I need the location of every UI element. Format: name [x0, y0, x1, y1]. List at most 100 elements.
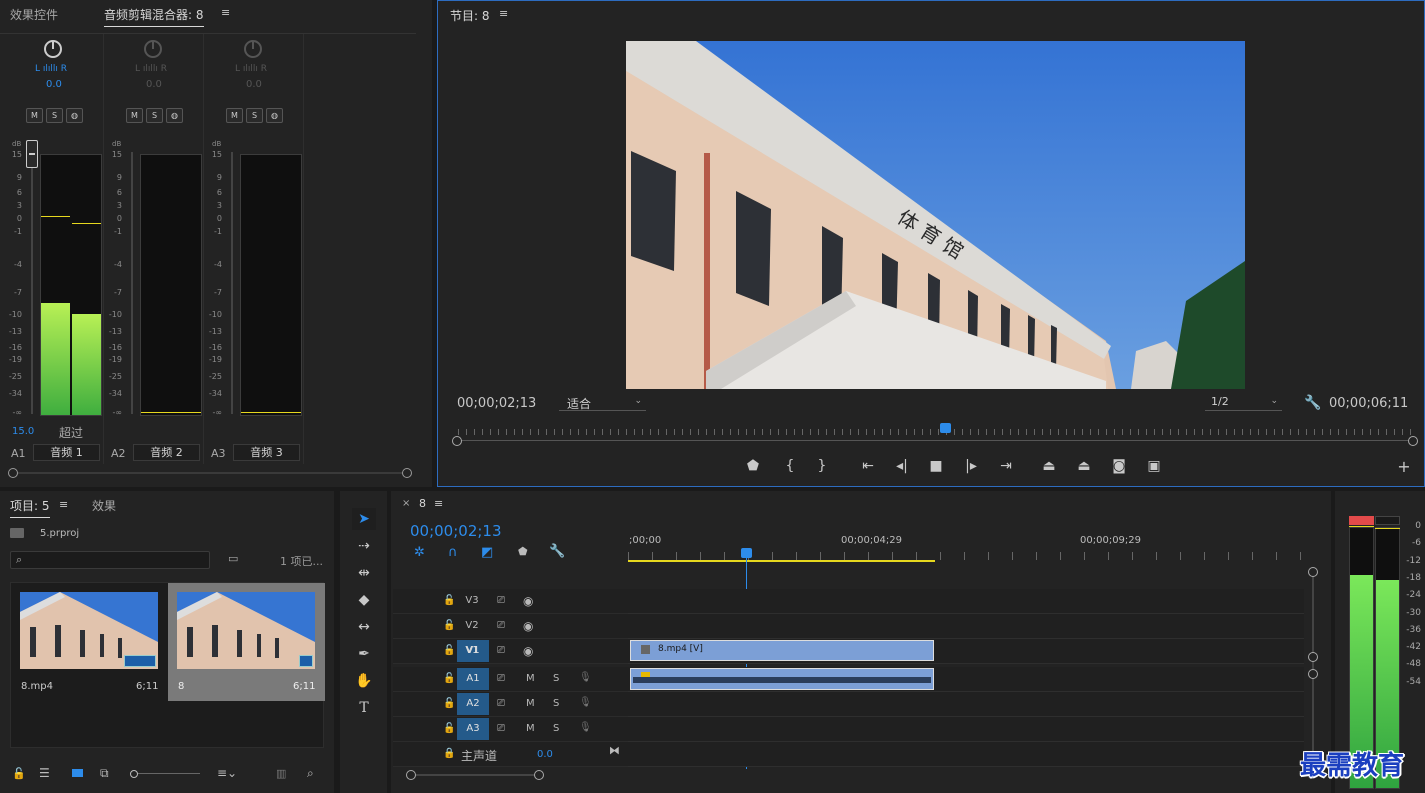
lock-icon[interactable]: 🔓 — [443, 595, 455, 606]
pan-knob-icon[interactable] — [244, 40, 262, 58]
track-id[interactable]: A2 — [457, 693, 489, 715]
work-area-bar[interactable] — [628, 560, 935, 562]
channel-name[interactable]: 音频 3 — [233, 444, 300, 461]
timeline-tab[interactable]: 8 — [419, 497, 426, 510]
lock-icon[interactable]: 🔓 — [443, 673, 455, 684]
sync-lock-icon[interactable]: ⎚ — [497, 620, 505, 631]
track-lane-video[interactable] — [628, 614, 1304, 639]
hand-tool-icon[interactable]: ✋ — [352, 670, 376, 692]
program-timecode[interactable]: 00;00;02;13 — [457, 396, 536, 411]
pan-value[interactable]: 0.0 — [146, 79, 162, 90]
list-view-icon[interactable]: ☰ — [39, 766, 50, 780]
solo-button[interactable]: S — [553, 673, 559, 684]
project-item[interactable]: 8.mp4 6;11 — [11, 583, 168, 701]
track-header-video[interactable] — [393, 614, 628, 639]
track-header-video[interactable] — [393, 589, 628, 614]
track-select-tool-icon[interactable]: ⇢ — [352, 535, 376, 557]
microphone-icon[interactable]: 🎙 — [579, 722, 592, 733]
microphone-icon[interactable]: 🎙 — [579, 697, 592, 708]
mute-button[interactable]: M — [226, 108, 243, 123]
freeform-view-icon[interactable]: ⧉ — [100, 766, 109, 781]
wrench-icon[interactable]: 🔧 — [549, 544, 565, 559]
new-bin-from-search-icon[interactable]: ▭ — [228, 552, 238, 565]
slip-tool-icon[interactable]: ↔ — [352, 616, 376, 638]
track-lane-audio[interactable] — [628, 692, 1304, 717]
track-header-audio[interactable] — [393, 692, 628, 717]
mute-button[interactable]: M — [526, 698, 535, 709]
selection-tool-icon[interactable]: ➤ — [352, 508, 376, 530]
extract-button[interactable]: ⏏ — [1072, 455, 1096, 477]
timeline-playhead[interactable] — [741, 548, 752, 558]
panel-menu-icon[interactable]: ≡ — [499, 7, 508, 20]
lock-icon[interactable]: 🔒 — [443, 748, 455, 759]
ripple-edit-tool-icon[interactable]: ⇹ — [352, 562, 376, 584]
add-marker-button[interactable]: ⬟ — [741, 455, 765, 477]
sync-lock-icon[interactable]: ⎚ — [497, 723, 505, 734]
program-video-frame[interactable]: 体 育 馆 — [626, 41, 1245, 389]
timeline-timecode[interactable]: 00;00;02;13 — [410, 522, 502, 540]
snap-icon[interactable]: ∩ — [448, 545, 458, 560]
volume-fader-handle[interactable] — [26, 140, 38, 168]
pan-knob-icon[interactable] — [144, 40, 162, 58]
sync-lock-icon[interactable]: ⎚ — [497, 698, 505, 709]
compare-view-button[interactable]: ▣ — [1142, 455, 1166, 477]
timeline-h-scrollbar[interactable] — [406, 770, 544, 780]
step-forward-button[interactable]: |▸ — [959, 455, 983, 477]
add-marker-icon[interactable]: ⬟ — [518, 545, 528, 558]
master-value[interactable]: 0.0 — [537, 749, 553, 760]
step-back-button[interactable]: ◂| — [890, 455, 914, 477]
solo-button[interactable]: S — [553, 723, 559, 734]
wrench-icon[interactable]: 🔧 — [1304, 395, 1321, 411]
type-tool-icon[interactable]: T — [352, 697, 376, 719]
mark-in-button[interactable]: { — [778, 455, 802, 477]
mute-button[interactable]: M — [526, 723, 535, 734]
timeline-v-scrollbar[interactable] — [1308, 567, 1318, 767]
record-button[interactable]: ◍ — [266, 108, 283, 123]
mixer-scrollbar[interactable] — [8, 468, 412, 478]
tab-project[interactable]: 项目: 5 — [10, 497, 50, 518]
lift-button[interactable]: ⏏ — [1037, 455, 1061, 477]
track-lane-video[interactable] — [628, 589, 1304, 614]
program-scrubber[interactable] — [452, 421, 1418, 449]
automate-to-sequence-icon[interactable]: ▥ — [276, 767, 286, 780]
go-to-out-button[interactable]: ⇥ — [994, 455, 1018, 477]
playhead[interactable] — [939, 423, 951, 433]
panel-menu-icon[interactable]: ≡ — [221, 6, 230, 19]
mark-out-button[interactable]: } — [810, 455, 834, 477]
microphone-icon[interactable]: 🎙 — [579, 672, 592, 683]
sort-icon[interactable]: ≡⌄ — [217, 766, 237, 780]
go-to-end-icon[interactable]: ⧓ — [609, 744, 620, 757]
razor-tool-icon[interactable]: ◆ — [352, 589, 376, 611]
stop-button[interactable]: ■ — [924, 455, 948, 477]
tab-effect-controls[interactable]: 效果控件 — [10, 6, 58, 23]
eye-icon[interactable]: ◉ — [523, 594, 533, 608]
record-button[interactable]: ◍ — [166, 108, 183, 123]
tab-audio-clip-mixer[interactable]: 音频剪辑混合器: 8 — [104, 6, 204, 27]
pan-value[interactable]: 0.0 — [46, 79, 62, 90]
solo-button[interactable]: S — [246, 108, 263, 123]
lock-icon[interactable]: 🔓 — [443, 698, 455, 709]
go-to-in-button[interactable]: ⇤ — [856, 455, 880, 477]
audio-clip[interactable] — [630, 668, 934, 690]
eye-icon[interactable]: ◉ — [523, 619, 533, 633]
sync-lock-icon[interactable]: ⎚ — [497, 645, 505, 656]
track-header-audio[interactable] — [393, 717, 628, 742]
panel-menu-icon[interactable]: ≡ — [434, 497, 443, 510]
panel-menu-icon[interactable]: ≡ — [59, 498, 68, 511]
track-id[interactable]: A3 — [457, 718, 489, 740]
sync-lock-icon[interactable]: ⎚ — [497, 673, 505, 684]
camera-icon[interactable]: ◙ — [1107, 455, 1131, 477]
find-icon[interactable]: ⌕ — [307, 766, 314, 781]
lock-icon[interactable]: 🔓 — [443, 723, 455, 734]
lock-icon[interactable]: 🔓 — [443, 620, 455, 631]
channel-name[interactable]: 音频 1 — [33, 444, 100, 461]
track-lane-audio[interactable] — [628, 717, 1304, 742]
eye-icon[interactable]: ◉ — [523, 644, 533, 658]
program-title[interactable]: 节目: 8 — [450, 7, 490, 24]
mute-button[interactable]: M — [26, 108, 43, 123]
resolution-dropdown[interactable]: 1/2 ⌄ — [1205, 394, 1282, 411]
add-button[interactable]: + — [1392, 456, 1416, 478]
track-id[interactable]: A1 — [457, 668, 489, 690]
fit-dropdown[interactable]: 适合 ⌄ — [559, 394, 646, 411]
project-item-selected[interactable]: 8 6;11 — [168, 583, 325, 701]
